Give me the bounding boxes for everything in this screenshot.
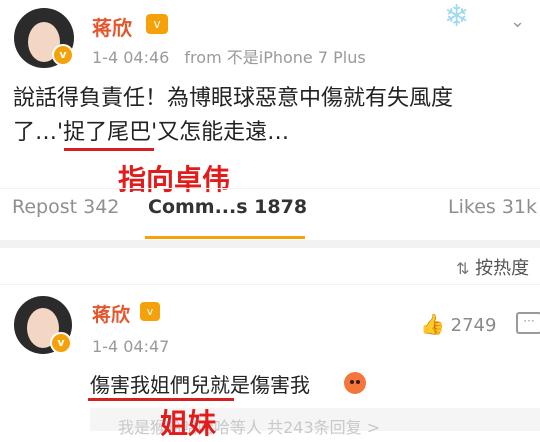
tab-repost[interactable]: Repost 342 xyxy=(12,196,119,218)
comment-text: 傷害我姐們兒就是傷害我 xyxy=(90,373,310,397)
sort-label: 按热度 xyxy=(475,258,530,279)
divider xyxy=(0,284,540,285)
comment-underline xyxy=(88,398,234,401)
active-tab-indicator xyxy=(145,236,305,239)
post-text-line1: 說話得負責任！為博眼球惡意中傷就有失風度 xyxy=(13,86,454,111)
verified-badge-icon: v xyxy=(52,44,74,66)
vip-badge-icon: v xyxy=(146,14,168,34)
snowflake-decoration-icon: ❄ xyxy=(444,0,470,34)
post-meta: 1-4 04:46 from 不是iPhone 7 Plus xyxy=(92,44,366,68)
annotation-sisters: 姐妹 xyxy=(160,407,217,440)
chevron-down-icon[interactable]: ⌄ xyxy=(510,12,530,32)
vip-badge-icon: v xyxy=(140,302,160,321)
comment-timestamp: 1-4 04:47 xyxy=(92,337,170,356)
post-text-line2-c: '又怎能走遠… xyxy=(151,120,290,145)
comment-like-count: 2749 xyxy=(450,315,497,336)
post-text-line2: 了…'捉了尾巴'又怎能走遠… xyxy=(13,116,533,150)
thumbs-up-icon: 👍 xyxy=(420,312,445,336)
angry-emoji-icon xyxy=(344,372,366,394)
reply-icon[interactable]: ··· xyxy=(516,312,540,334)
reply-preview[interactable]: 我是猴哈哈哈哈等人 共243条回复 > xyxy=(90,408,540,437)
post-timestamp: 1-4 04:46 xyxy=(92,48,170,67)
comment-like-button[interactable]: 👍 2749 xyxy=(420,312,496,336)
sort-icon: ⇅ xyxy=(456,259,470,278)
comment-author-name[interactable]: 蒋欣 xyxy=(92,300,130,327)
sort-control[interactable]: ⇅ 按热度 xyxy=(456,254,529,280)
post-text-line2-a: 了…' xyxy=(13,120,64,145)
highlighted-phrase: 捉了尾巴 xyxy=(63,120,152,145)
tab-comments[interactable]: Comm...s 1878 xyxy=(148,196,307,218)
post-source[interactable]: 不是iPhone 7 Plus xyxy=(227,48,366,67)
highlight-underline xyxy=(64,148,154,151)
tab-likes[interactable]: Likes 31k xyxy=(448,196,537,218)
verified-badge-icon: v xyxy=(50,332,72,354)
section-divider xyxy=(0,240,540,248)
source-prefix: from xyxy=(184,48,222,67)
divider xyxy=(0,188,540,189)
annotation-pointing: 指向卓伟 xyxy=(118,163,231,196)
post-text: 說話得負責任！為博眼球惡意中傷就有失風度 了…'捉了尾巴'又怎能走遠… xyxy=(13,82,533,150)
post-author-name[interactable]: 蒋欣 xyxy=(92,12,132,41)
